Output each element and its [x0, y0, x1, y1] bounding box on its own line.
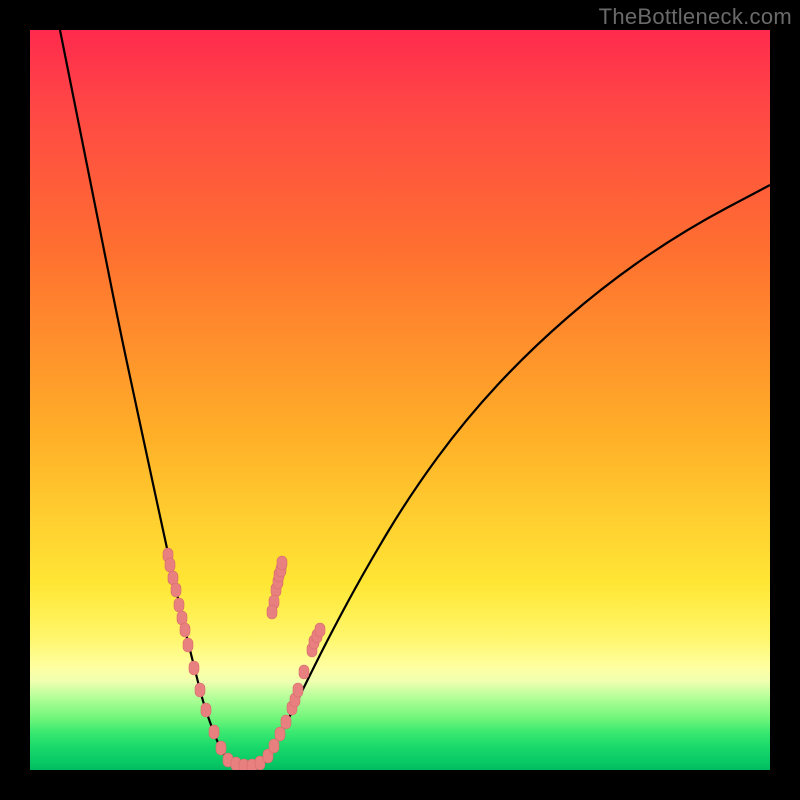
data-dot: [216, 741, 226, 755]
data-dot: [281, 715, 291, 729]
data-dot: [315, 623, 325, 637]
data-dot: [267, 605, 277, 619]
chart-frame: TheBottleneck.com: [0, 0, 800, 800]
data-dot: [180, 623, 190, 637]
dot-layer: [163, 548, 325, 770]
data-dot: [183, 638, 193, 652]
data-dot: [201, 703, 211, 717]
watermark-text: TheBottleneck.com: [599, 4, 792, 30]
data-dot: [299, 665, 309, 679]
data-dot: [165, 558, 175, 572]
data-dot: [171, 583, 181, 597]
data-dot: [277, 556, 287, 570]
curve-svg: [30, 30, 770, 770]
curve-layer: [60, 30, 770, 766]
data-dot: [275, 727, 285, 741]
data-dot: [195, 683, 205, 697]
data-dot: [269, 739, 279, 753]
data-dot: [174, 598, 184, 612]
bottleneck-curve: [60, 30, 770, 766]
plot-area: [30, 30, 770, 770]
data-dot: [189, 661, 199, 675]
data-dot: [293, 683, 303, 697]
data-dot: [209, 725, 219, 739]
